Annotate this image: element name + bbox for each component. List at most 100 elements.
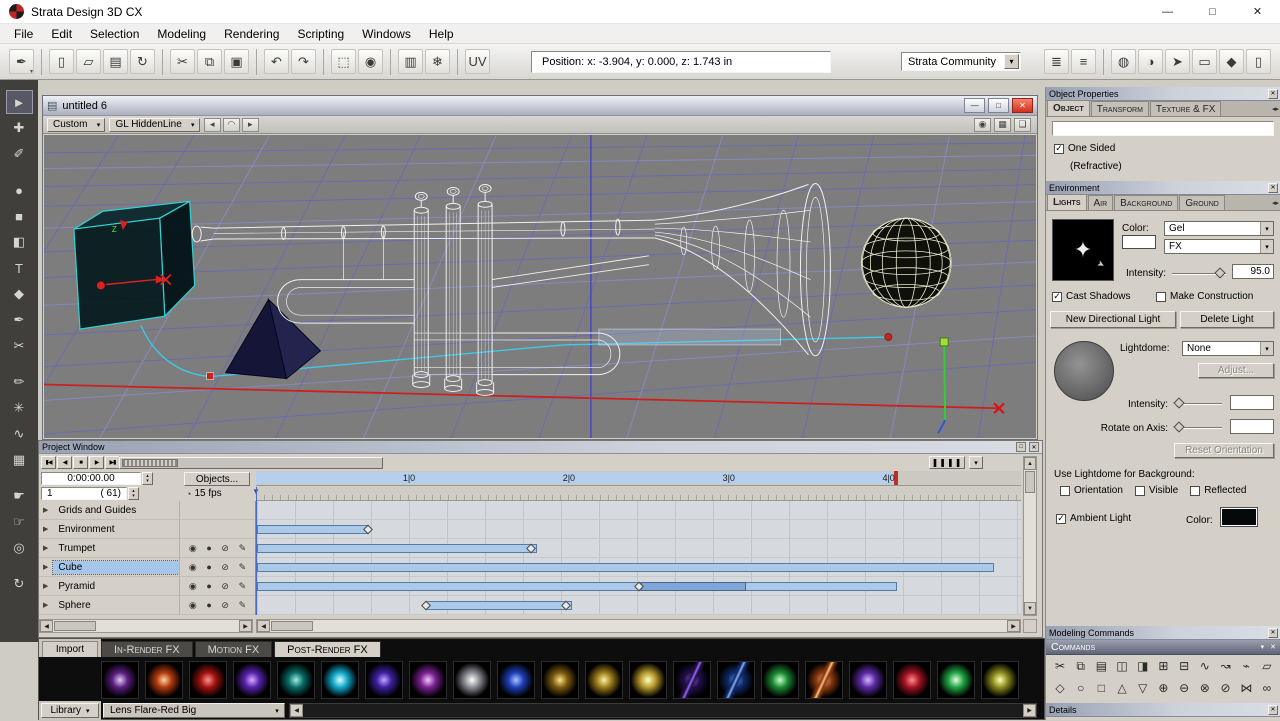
flare-yellow-big[interactable] [629,661,667,699]
snap-icon[interactable]: ❄ [425,49,450,74]
pan-tool[interactable]: ☛ [6,484,33,508]
render-mode-dropdown[interactable]: GL HiddenLine ▾ [109,118,199,132]
adjust-button[interactable]: Adjust... [1198,363,1274,378]
visible-icon[interactable]: ◉ [189,543,197,554]
timeline-row[interactable] [257,501,1021,520]
scene-canvas[interactable]: Z [44,135,1036,438]
scroll-up-icon[interactable]: ▲ [1024,457,1036,470]
intensity-value-field[interactable]: 95.0 [1232,264,1274,279]
timeline-options-chevron[interactable]: ▾ [969,456,983,469]
track-row[interactable]: ▶Cube [39,558,179,577]
timeline-area[interactable] [257,501,1021,615]
disclosure-icon[interactable]: ▶ [43,601,48,609]
ambient-color-swatch[interactable] [1220,507,1258,527]
flare-purple-dim[interactable] [101,661,139,699]
checkbox-visible[interactable]: Visible [1135,485,1178,496]
menu-modeling[interactable]: Modeling [148,25,215,43]
animation-bar[interactable] [257,525,368,534]
menu-selection[interactable]: Selection [81,25,148,43]
commands-subheader[interactable]: Commands ▾ ✕ [1046,640,1280,655]
scroll-left-icon[interactable]: ◀ [257,620,270,632]
play-button[interactable]: ▶ [89,456,104,469]
cmd-circle-icon[interactable]: ○ [1072,679,1090,697]
timeline-tickstrip[interactable]: ▼ [256,486,1021,501]
track-row[interactable]: ▶Grids and Guides [39,501,179,520]
push-tool[interactable]: ☞ [6,510,33,534]
viewport-titlebar[interactable]: ▤ untitled 6 —□✕ [43,96,1037,116]
track-row[interactable]: ▶Sphere [39,596,179,615]
paint-roller-icon[interactable]: ▭ [1192,49,1217,74]
maximize-icon[interactable]: □ [1016,442,1026,452]
viewport-scene[interactable]: Z [44,135,1036,438]
edit-icon[interactable]: ✎ [239,562,247,573]
intensity-slider[interactable] [1172,273,1226,275]
scroll-right-icon[interactable]: ▶ [239,620,252,632]
tab-transform[interactable]: Transform [1091,101,1149,116]
viewport-maximize-button[interactable]: □ [988,98,1009,113]
disclosure-icon[interactable]: ▶ [43,525,48,533]
flare-orange[interactable] [145,661,183,699]
view-angle-icon[interactable]: ◠ [223,118,240,132]
column-options-icon[interactable]: ▥ [398,49,423,74]
go-end-button[interactable]: ▶▮ [105,456,120,469]
menu-rendering[interactable]: Rendering [215,25,288,43]
current-tool-icon[interactable]: ✒▾ [9,49,34,74]
visible-icon[interactable]: ◉ [189,581,197,592]
preset-name-dropdown[interactable]: Lens Flare-Red Big ▾ [103,703,285,718]
object-properties-header[interactable]: Object Properties ✕ [1046,87,1280,101]
undo-icon[interactable]: ↶ [264,49,289,74]
flare-indigo[interactable] [365,661,403,699]
lock-icon[interactable]: ⊘ [221,581,229,592]
community-dropdown[interactable]: Strata Community ▾ [901,52,1021,71]
stop-button[interactable]: ■ [73,456,88,469]
cube-object[interactable]: Z [74,201,195,329]
cmd-union-icon[interactable]: ⊕ [1154,679,1172,697]
cmd-intersect-icon[interactable]: ⊗ [1196,679,1214,697]
time-stepper[interactable]: ▴▾ [142,472,153,485]
disclosure-icon[interactable]: ▶ [43,563,48,571]
move-tool[interactable]: ✚ [6,116,33,140]
objects-button[interactable]: Objects... [184,472,250,486]
menu-file[interactable]: File [5,25,42,43]
dome-intensity-field[interactable] [1230,395,1274,410]
y-axis-gizmo[interactable] [938,338,948,433]
path-tool[interactable]: ∿ [6,422,33,446]
close-icon[interactable]: ✕ [1270,643,1276,651]
flare-white[interactable] [453,661,491,699]
timeline-scrubber[interactable] [119,457,383,469]
import-tab[interactable]: Import [42,641,98,657]
library-button[interactable]: Library ▾ [41,703,99,718]
make-construction-checkbox[interactable]: Make Construction [1156,291,1253,302]
new-document-icon[interactable]: ▯ [49,49,74,74]
render-sphere-icon[interactable]: ◍ [1111,49,1136,74]
menu-scripting[interactable]: Scripting [288,25,353,43]
animation-bar[interactable] [257,563,994,572]
slider-thumb[interactable] [1173,397,1184,408]
orbit-tool[interactable]: ↻ [6,572,33,596]
frame-field[interactable]: 1 ( 61) [41,487,127,500]
knife-tool[interactable]: ✂ [6,334,33,358]
shape-tool[interactable]: ◆ [6,282,33,306]
close-button[interactable]: ✕ [1235,0,1280,23]
range-end-marker[interactable] [894,471,898,485]
visible-icon[interactable]: ◉ [189,600,197,611]
cmd-cut-icon[interactable]: ✂ [1051,657,1069,675]
slider-thumb[interactable] [1214,267,1225,278]
flare-orange-streak[interactable] [805,661,843,699]
scrubber-handle[interactable] [122,459,178,467]
fx-tab-post-render-fx[interactable]: Post-Render FX [274,641,381,657]
zoom-tool[interactable]: ◎ [6,536,33,560]
disclosure-icon[interactable]: ▶ [43,506,48,514]
cmd-split-icon[interactable]: ◫ [1113,657,1131,675]
cmd-spark-icon[interactable]: ⌁ [1237,657,1255,675]
viewport-close-button[interactable]: ✕ [1012,98,1033,113]
project-window-titlebar[interactable]: Project Window □ ✕ [39,441,1042,454]
lock-icon[interactable]: ⊘ [221,543,229,554]
sphere-object[interactable] [861,218,951,307]
one-sided-checkbox[interactable]: ✓ One Sided [1054,143,1115,154]
panes-icon[interactable]: ❏ [1014,118,1031,132]
current-time-field[interactable]: 0:00:00.00 [41,472,141,485]
ambient-light-checkbox[interactable]: ✓ Ambient Light [1056,513,1131,524]
path-endpoint[interactable] [885,334,892,341]
paste-icon[interactable]: ▣ [224,49,249,74]
